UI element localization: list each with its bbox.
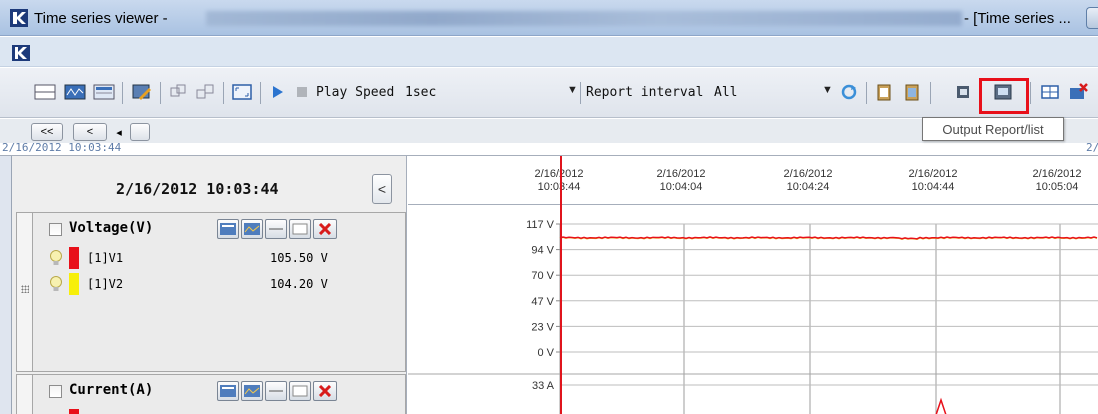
y-tick-label: 33 A	[532, 380, 555, 392]
y-tick-label: 0 V	[537, 347, 554, 359]
app-menu-icon[interactable]	[12, 45, 30, 61]
y-tick-label: 70 V	[531, 270, 554, 282]
view-blank-icon[interactable]	[289, 381, 311, 401]
print-icon[interactable]	[952, 82, 976, 102]
view-line-icon[interactable]	[265, 381, 287, 401]
toolbar-separator	[866, 82, 867, 104]
unlink-icon[interactable]	[193, 82, 217, 102]
split-view-icon[interactable]	[1038, 82, 1062, 102]
layout-1-icon[interactable]	[33, 82, 57, 102]
toolbar-separator	[260, 82, 261, 104]
view-blank-icon[interactable]	[289, 219, 311, 239]
redacted-path	[206, 11, 962, 26]
scroll-end-timestamp: 2/1	[1086, 141, 1098, 154]
title-bar: Time series viewer - - [Time series ...	[0, 0, 1098, 36]
v2-channel-value: 104.20 V	[270, 277, 328, 291]
scroll-start-timestamp: 2/16/2012 10:03:44	[2, 141, 122, 154]
current-group: Current(A)	[16, 374, 406, 414]
group-grip[interactable]	[17, 213, 33, 371]
chart-area: 2/16/2012 10:03:44 2/16/2012 10:04:04 2/16…	[408, 156, 1098, 414]
view-list-icon[interactable]	[217, 381, 239, 401]
remove-group-icon[interactable]	[313, 219, 337, 239]
view-list-icon[interactable]	[217, 219, 239, 239]
play-speed-label: Play Speed	[316, 85, 395, 100]
voltage-group-title: Voltage(V)	[69, 220, 154, 236]
wave-view-icon[interactable]	[63, 82, 87, 102]
window-minimize-button[interactable]	[1086, 7, 1098, 29]
v2-channel-name: [1]V2	[87, 277, 124, 291]
grip-dots-icon	[21, 285, 29, 293]
current-trace	[935, 397, 947, 414]
time-tick-label: 2/16/2012 10:03:44	[534, 168, 584, 193]
toolbar-separator	[930, 82, 931, 104]
refresh-icon[interactable]	[837, 82, 861, 102]
tooltip: Output Report/list	[922, 117, 1064, 141]
clipboard-icon[interactable]	[872, 82, 896, 102]
voltage-chart[interactable]: 117 V 94 V 70 V 47 V 23 V 0 V 33 A	[408, 212, 1098, 414]
toolbar-separator	[160, 82, 161, 104]
collapse-panel-button[interactable]: <	[372, 174, 392, 204]
voltage-group: Voltage(V) [1]V1 105.50 V [1]V2 104.20 V	[16, 212, 406, 372]
copy-icon[interactable]	[900, 82, 924, 102]
window-title-suffix: - [Time series ...	[964, 10, 1071, 27]
toolbar-separator	[223, 82, 224, 104]
current-group-checkbox[interactable]	[49, 385, 62, 398]
current-group-buttons	[217, 381, 337, 401]
y-tick-label: 47 V	[531, 296, 554, 308]
report-interval-label: Report interval	[586, 85, 704, 100]
play-speed-dropdown-icon[interactable]: ▼	[567, 84, 578, 96]
scroll-left-arrow-icon[interactable]: ◂	[112, 123, 126, 141]
fit-window-icon[interactable]	[230, 82, 254, 102]
delete-chart-icon[interactable]	[1066, 82, 1090, 102]
v1-channel-name: [1]V1	[87, 251, 124, 265]
menu-strip	[0, 37, 1098, 67]
play-speed-select[interactable]: 1sec	[405, 85, 436, 100]
window-title: Time series viewer -	[34, 10, 168, 27]
toolbar-separator	[122, 82, 123, 104]
list-view-icon[interactable]	[92, 82, 116, 102]
time-tick-label: 2/16/2012 10:04:24	[783, 168, 833, 193]
toolbar-separator	[1030, 82, 1031, 104]
current-color-swatch	[69, 409, 79, 414]
y-tick-label: 23 V	[531, 321, 554, 333]
view-wave-icon[interactable]	[241, 219, 263, 239]
lightbulb-icon[interactable]	[49, 275, 63, 293]
edit-chart-icon[interactable]	[130, 82, 154, 102]
voltage-group-buttons	[217, 219, 337, 239]
current-time-display: 2/16/2012 10:03:44	[116, 180, 279, 198]
link-icon[interactable]	[166, 82, 190, 102]
v1-color-swatch	[69, 247, 79, 269]
time-tick-label: 2/16/2012 10:05:04	[1032, 168, 1082, 193]
v2-color-swatch	[69, 273, 79, 295]
current-group-title: Current(A)	[69, 382, 154, 398]
jump-first-button[interactable]: <<	[31, 123, 63, 141]
time-cursor[interactable]	[560, 156, 562, 414]
scroll-thumb[interactable]	[130, 123, 150, 141]
left-splitter[interactable]	[0, 156, 12, 414]
step-back-button[interactable]: <	[73, 123, 107, 141]
remove-group-icon[interactable]	[313, 381, 337, 401]
report-interval-dropdown-icon[interactable]: ▼	[822, 84, 833, 96]
toolbar-separator	[580, 82, 581, 104]
output-report-highlight	[979, 78, 1029, 114]
main-area: 2/16/2012 10:03:44 < Voltage(V) [1]V1 10…	[0, 155, 1098, 414]
time-tick-label: 2/16/2012 10:04:04	[656, 168, 706, 193]
group-grip[interactable]	[17, 375, 33, 414]
lightbulb-icon[interactable]	[49, 249, 63, 267]
view-wave-icon[interactable]	[241, 381, 263, 401]
v1-channel-value: 105.50 V	[270, 251, 328, 265]
channel-panel: 2/16/2012 10:03:44 < Voltage(V) [1]V1 10…	[12, 156, 407, 414]
app-logo-icon	[10, 9, 28, 27]
stop-icon[interactable]	[290, 82, 314, 102]
y-tick-label: 94 V	[531, 245, 554, 257]
report-interval-select[interactable]: All	[714, 85, 737, 100]
y-tick-label: 117 V	[526, 219, 555, 231]
view-line-icon[interactable]	[265, 219, 287, 239]
time-tick-label: 2/16/2012 10:04:44	[908, 168, 958, 193]
toolbar: Play Speed 1sec ▼ Report interval All ▼	[0, 68, 1098, 118]
voltage-group-checkbox[interactable]	[49, 223, 62, 236]
axis-divider	[408, 204, 1098, 205]
play-icon[interactable]	[265, 82, 289, 102]
